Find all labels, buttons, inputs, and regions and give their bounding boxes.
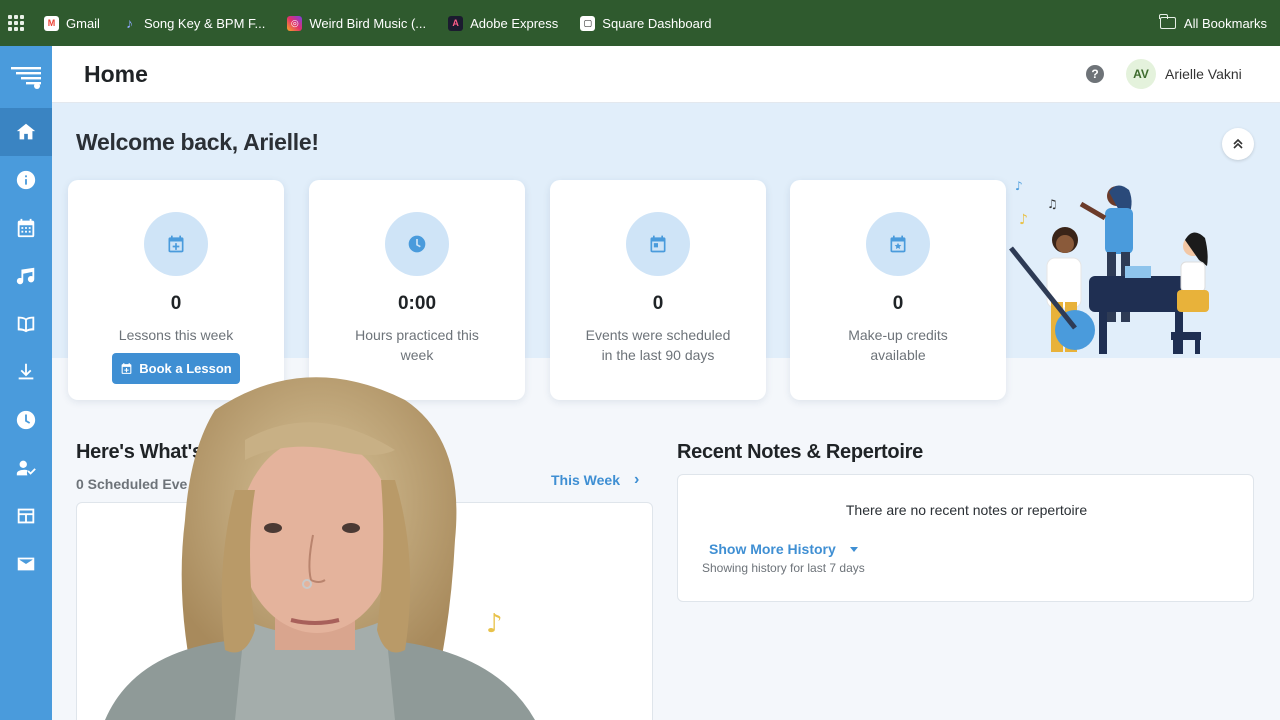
welcome-heading: Welcome back, Arielle! [76, 129, 319, 155]
sidebar-item-repertoire[interactable] [0, 300, 52, 348]
music-icon [16, 267, 35, 285]
show-more-label: Show More History [709, 541, 836, 557]
makeup-credits-label: Make-up credits available [848, 327, 948, 363]
events-card: 0 Events were scheduled in the last 90 d… [550, 180, 766, 400]
chevron-right-icon: › [634, 471, 640, 488]
sidebar-item-practice[interactable] [0, 396, 52, 444]
sidebar-item-info[interactable] [0, 156, 52, 204]
lessons-count: 0 [170, 293, 182, 314]
book-icon [17, 316, 35, 333]
musicians-illustration: ♪ ♫ ♪ [1009, 179, 1209, 354]
calendar-star-icon [866, 212, 930, 276]
home-icon [16, 123, 36, 140]
bookmark-label: Square Dashboard [602, 15, 712, 31]
all-bookmarks-label: All Bookmarks [1183, 15, 1267, 31]
bookmark-adobe-express[interactable]: A Adobe Express [448, 15, 559, 31]
sidebar-item-downloads[interactable] [0, 348, 52, 396]
info-icon [16, 170, 36, 190]
folder-icon [1159, 14, 1176, 29]
avatar[interactable]: AV [1126, 59, 1156, 89]
logo-icon [11, 67, 41, 89]
sidebar-item-music[interactable] [0, 252, 52, 300]
collapse-button[interactable] [1222, 128, 1254, 160]
empty-notes-message: There are no recent notes or repertoire [845, 502, 1088, 518]
makeup-credits-card: 0 Make-up credits available [790, 180, 1006, 400]
webcam-presenter-image: ♪ [105, 377, 535, 720]
app-logo[interactable] [0, 46, 52, 108]
bookmark-label: Gmail [66, 15, 100, 31]
bookmark-gmail[interactable]: M Gmail [44, 15, 100, 31]
top-header: Home ? AV Arielle Vakni [52, 46, 1280, 103]
instagram-icon: ◎ [287, 15, 303, 31]
history-range-note: Showing history for last 7 days [702, 561, 865, 575]
all-bookmarks[interactable]: All Bookmarks [1159, 0, 1267, 46]
sidebar-item-attendance[interactable] [0, 444, 52, 492]
calendar-icon [17, 218, 35, 238]
svg-text:♫: ♫ [1047, 197, 1058, 211]
sidebar-item-home[interactable] [0, 108, 52, 156]
svg-text:♪: ♪ [1019, 212, 1028, 228]
week-range-selector[interactable]: This Week › [551, 471, 639, 489]
clock-icon [385, 212, 449, 276]
bookmark-square[interactable]: ▢ Square Dashboard [580, 15, 712, 31]
apps-grid-icon[interactable] [8, 15, 24, 31]
bookmarks-bar: M Gmail ♪ Song Key & BPM F... ◎ Weird Bi… [0, 0, 1280, 46]
lessons-card: 0 Lessons this week Book a Lesson [68, 180, 284, 400]
user-check-icon [16, 460, 36, 476]
show-more-history-button[interactable]: Show More History [709, 541, 858, 557]
events-label: Events were scheduled in the last 90 day… [585, 327, 731, 363]
week-range-label: This Week [551, 472, 620, 488]
square-icon: ▢ [580, 15, 596, 31]
notes-heading: Recent Notes & Repertoire [677, 441, 923, 463]
bookmark-label: Adobe Express [470, 15, 559, 31]
bookmark-weird-bird[interactable]: ◎ Weird Bird Music (... [287, 15, 427, 31]
chevrons-up-icon [1233, 138, 1243, 149]
sidebar-item-calendar[interactable] [0, 204, 52, 252]
calendar-plus-icon [144, 212, 208, 276]
adobe-express-icon: A [448, 15, 464, 31]
page-title: Home [84, 61, 148, 87]
user-name[interactable]: Arielle Vakni [1165, 66, 1242, 82]
calendar-icon [626, 212, 690, 276]
song-key-icon: ♪ [125, 15, 133, 31]
bookmark-song-key[interactable]: ♪ Song Key & BPM F... [122, 15, 266, 31]
download-icon [18, 363, 34, 380]
lessons-label: Lessons this week [118, 327, 234, 343]
hours-label: Hours practiced this week [355, 327, 479, 363]
sidebar [0, 46, 52, 720]
bookmark-label: Weird Bird Music (... [309, 15, 427, 31]
notes-panel: There are no recent notes or repertoire … [677, 474, 1254, 602]
caret-down-icon [849, 546, 858, 552]
clock-icon [16, 410, 36, 430]
help-icon[interactable]: ? [1086, 65, 1104, 83]
gmail-icon: M [44, 15, 59, 31]
bookmark-label: Song Key & BPM F... [143, 15, 266, 31]
hours-value: 0:00 [397, 293, 437, 314]
svg-text:♪: ♪ [1015, 179, 1023, 193]
sidebar-item-messages[interactable] [0, 540, 52, 588]
makeup-credits-count: 0 [892, 293, 904, 314]
events-count: 0 [652, 293, 664, 314]
sidebar-item-billing[interactable] [0, 492, 52, 540]
svg-text:♪: ♪ [486, 609, 503, 639]
table-icon [17, 508, 35, 524]
hours-card: 0:00 Hours practiced this week [309, 180, 525, 400]
mail-icon [17, 557, 35, 571]
